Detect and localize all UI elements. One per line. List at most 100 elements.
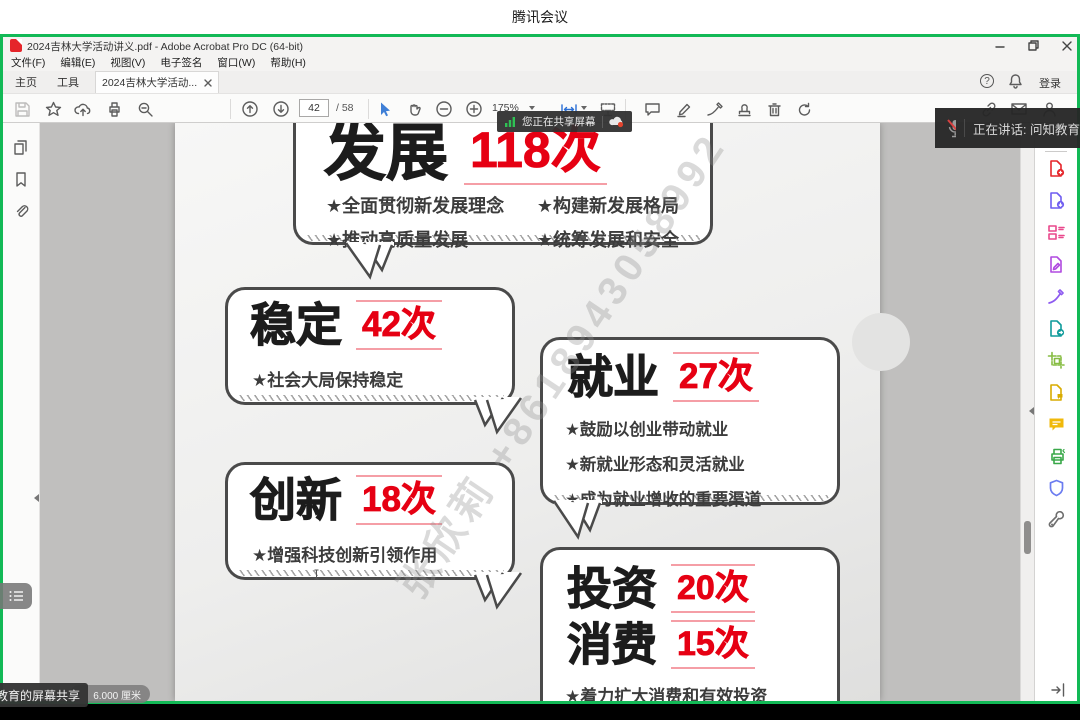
pdf-file-icon: [10, 39, 22, 52]
meeting-title: 腾讯会议: [512, 7, 568, 27]
comment-icon[interactable]: [643, 100, 661, 118]
print-icon[interactable]: [105, 100, 123, 118]
page-number-input[interactable]: 42: [299, 99, 329, 117]
page-total-label: / 58: [336, 102, 354, 114]
bubble-jiuye: 就业 27次 ★鼓励以创业带动就业 ★新就业形态和灵活就业 ★成为就业增收的重要…: [540, 337, 840, 505]
login-button[interactable]: 登录: [1039, 75, 1061, 91]
keyword-touzi: 投资: [567, 566, 657, 611]
point: ★新就业形态和灵活就业: [565, 451, 761, 475]
menu-esign[interactable]: 电子签名: [160, 55, 202, 70]
pill-divider: [602, 116, 603, 128]
notification-bell-icon[interactable]: [1008, 73, 1023, 89]
stamp-icon[interactable]: [735, 100, 753, 118]
right-tools-panel: [1034, 123, 1077, 701]
request-signatures-icon[interactable]: [1047, 383, 1066, 402]
count-touzi: 20次: [671, 564, 755, 613]
panel-divider: [1045, 151, 1067, 152]
export-pdf-icon[interactable]: [1047, 191, 1066, 210]
more-tools-icon[interactable]: [1047, 511, 1066, 530]
keyword-fazhan: 发展: [324, 123, 448, 185]
highlighter-icon[interactable]: [675, 100, 693, 118]
page-edge-decoration: [852, 313, 910, 371]
menubar: 文件(F) 编辑(E) 视图(V) 电子签名 窗口(W) 帮助(H): [3, 54, 1077, 71]
restore-button[interactable]: [1025, 39, 1041, 52]
menu-file[interactable]: 文件(F): [11, 55, 45, 70]
previous-page-icon[interactable]: [241, 100, 259, 118]
speaking-divider: [964, 119, 965, 137]
document-viewport[interactable]: 发展 118次 ★全面贯彻新发展理念 ★构建新发展格局 ★推动高质量发展 ★统筹…: [40, 123, 1020, 701]
organize-pages-icon[interactable]: [1047, 223, 1066, 242]
edit-pdf-icon[interactable]: [1047, 255, 1066, 274]
menu-edit[interactable]: 编辑(E): [60, 55, 95, 70]
combine-files-icon[interactable]: [1047, 319, 1066, 338]
attachments-icon[interactable]: [13, 203, 30, 220]
text-cursor: [313, 569, 320, 580]
point: ★着力扩大消费和有效投资: [565, 682, 767, 701]
collapse-left-rail-icon[interactable]: [34, 494, 39, 502]
delete-icon[interactable]: [765, 100, 783, 118]
tab-tools[interactable]: 工具: [57, 74, 79, 90]
next-page-icon[interactable]: [272, 100, 290, 118]
bubble-fazhan: 发展 118次 ★全面贯彻新发展理念 ★构建新发展格局 ★推动高质量发展 ★统筹…: [293, 123, 713, 245]
collapse-right-panel-icon[interactable]: [1029, 407, 1034, 415]
point: ★鼓励以创业带动就业: [565, 416, 761, 440]
cloud-upload-icon[interactable]: [74, 100, 92, 118]
zoom-out-icon[interactable]: [435, 100, 453, 118]
protect-icon[interactable]: [1047, 479, 1066, 498]
signal-bars-icon: [504, 116, 516, 128]
bookmarks-icon[interactable]: [13, 171, 29, 188]
keyword-chuangxin: 创新: [250, 477, 342, 523]
search-icon[interactable]: [136, 100, 154, 118]
sign-icon[interactable]: [705, 100, 723, 118]
minimize-button[interactable]: [992, 39, 1008, 52]
thumbnail-list-button[interactable]: [0, 583, 32, 609]
point: ★全面贯彻新发展理念: [326, 192, 537, 218]
menu-view[interactable]: 视图(V): [110, 55, 145, 70]
acrobat-window: 2024吉林大学活动讲义.pdf - Adobe Acrobat Pro DC …: [3, 37, 1077, 701]
zoom-caret-icon[interactable]: [529, 106, 535, 110]
tab-home[interactable]: 主页: [15, 74, 37, 90]
bottom-letterbox: [0, 704, 1080, 720]
select-tool-icon[interactable]: [375, 100, 393, 118]
crop-pages-icon[interactable]: [1047, 351, 1066, 370]
rotate-icon[interactable]: [795, 100, 813, 118]
keyword-jiuye: 就业: [567, 354, 659, 400]
tab-close-icon[interactable]: [204, 79, 212, 87]
cloud-record-icon[interactable]: [609, 115, 625, 128]
list-icon: [8, 589, 25, 603]
expand-panel-icon[interactable]: [1049, 682, 1067, 698]
star-favorite-icon[interactable]: [44, 100, 62, 118]
create-pdf-icon[interactable]: [1047, 159, 1066, 178]
sharing-banner: 您正在共享屏幕: [497, 111, 632, 132]
bubble-chuangxin: 创新 18次 ★增强科技创新引领作用: [225, 462, 515, 580]
tab-document-label: 2024吉林大学活动...: [102, 75, 199, 90]
comment-panel-icon[interactable]: [1047, 415, 1066, 434]
point: ★增强科技创新引领作用: [252, 541, 437, 566]
tabbar: 主页 工具 2024吉林大学活动... ? 登录: [3, 71, 1077, 93]
menu-window[interactable]: 窗口(W): [217, 55, 255, 70]
save-icon[interactable]: [13, 100, 31, 118]
count-xiaofei: 15次: [671, 620, 755, 669]
left-navigation-rail: [3, 123, 40, 701]
bubble-touzi-xiaofei: 投资 20次 消费 15次 ★着力扩大消费和有效投资: [540, 547, 840, 701]
count-wending: 42次: [356, 300, 442, 350]
help-icon[interactable]: ?: [980, 74, 994, 88]
hand-tool-icon[interactable]: [405, 100, 423, 118]
bubble-tail: [443, 572, 527, 610]
share-source-tooltip: 教育的屏幕共享: [0, 683, 88, 707]
scrollbar-thumb[interactable]: [1024, 521, 1031, 554]
count-jiuye: 27次: [673, 352, 759, 402]
print-production-icon[interactable]: [1047, 447, 1066, 466]
speaking-label: 正在讲话: 问知教育: [973, 119, 1080, 138]
app-titlebar: 2024吉林大学活动讲义.pdf - Adobe Acrobat Pro DC …: [3, 37, 1077, 54]
close-button[interactable]: [1059, 39, 1075, 52]
tab-document[interactable]: 2024吉林大学活动...: [95, 71, 219, 93]
microphone-muted-icon: [945, 117, 956, 139]
fit-caret-icon[interactable]: [581, 106, 587, 110]
page-thumbnails-icon[interactable]: [12, 139, 30, 156]
fill-sign-icon[interactable]: [1047, 287, 1066, 306]
sharing-banner-label: 您正在共享屏幕: [522, 114, 596, 129]
keyword-wending: 稳定: [250, 302, 342, 348]
zoom-in-icon[interactable]: [465, 100, 483, 118]
menu-help[interactable]: 帮助(H): [270, 55, 306, 70]
